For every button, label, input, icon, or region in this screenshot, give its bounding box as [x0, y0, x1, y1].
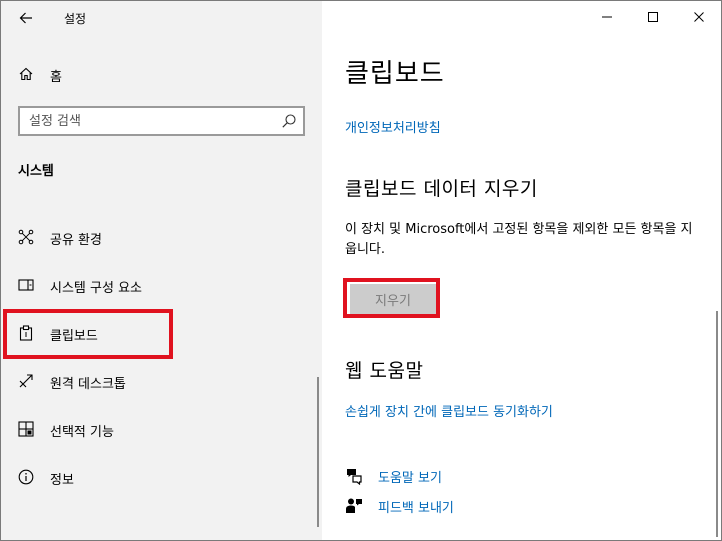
share-icon — [18, 229, 34, 245]
maximize-button[interactable] — [630, 1, 676, 33]
search-input[interactable] — [29, 112, 269, 130]
clear-section-title: 클립보드 데이터 지우기 — [345, 178, 538, 200]
remote-desktop-icon — [19, 374, 33, 388]
maximize-icon — [648, 12, 658, 22]
sidebar-item-label: 선택적 기능 — [50, 425, 114, 440]
sidebar-item-clipboard[interactable]: 클립보드 — [1, 316, 322, 350]
sidebar-section-header: 시스템 — [18, 164, 54, 179]
sidebar-item-home[interactable]: 홈 — [1, 57, 322, 91]
sidebar-item-label: 시스템 구성 요소 — [50, 281, 142, 296]
sidebar-item-label: 클립보드 — [50, 329, 98, 344]
feedback-link[interactable]: 피드백 보내기 — [378, 497, 454, 516]
app-title: 설정 — [64, 12, 87, 26]
privacy-link[interactable]: 개인정보처리방침 — [345, 117, 441, 136]
sidebar-item-label: 원격 데스크톱 — [50, 377, 126, 392]
get-help-row[interactable]: 도움말 보기 — [345, 465, 545, 487]
help-icon — [347, 469, 362, 485]
feedback-icon — [346, 498, 362, 513]
main-content: 클립보드 개인정보처리방침 클립보드 데이터 지우기 이 장치 및 Micros… — [322, 1, 721, 540]
sidebar-item-label: 정보 — [50, 473, 74, 488]
page-title: 클립보드 — [345, 59, 445, 89]
sidebar: 설정 홈 시스템 공유 환경 — [1, 1, 322, 540]
home-icon — [19, 67, 33, 81]
search-icon[interactable] — [281, 113, 297, 129]
sidebar-item-label: 공유 환경 — [50, 233, 102, 248]
web-help-title: 웹 도움말 — [345, 360, 424, 382]
close-button[interactable] — [676, 1, 721, 33]
info-icon — [18, 469, 34, 485]
get-help-link[interactable]: 도움말 보기 — [378, 467, 442, 486]
clipboard-icon — [19, 325, 33, 341]
sidebar-item-optional-features[interactable]: 선택적 기능 — [1, 412, 322, 446]
optional-features-icon — [18, 421, 34, 437]
search-box[interactable] — [18, 106, 305, 136]
close-icon — [694, 12, 704, 22]
minimize-button[interactable] — [584, 1, 630, 33]
sidebar-item-system-components[interactable]: 시스템 구성 요소 — [1, 268, 322, 302]
feedback-row[interactable]: 피드백 보내기 — [345, 495, 545, 517]
sidebar-scrollbar[interactable] — [317, 377, 319, 527]
sidebar-item-remote-desktop[interactable]: 원격 데스크톱 — [1, 364, 322, 398]
sidebar-item-label: 홈 — [50, 70, 62, 85]
settings-window: 설정 홈 시스템 공유 환경 — [0, 0, 722, 541]
sidebar-item-shared-experiences[interactable]: 공유 환경 — [1, 220, 322, 254]
system-components-icon — [18, 279, 34, 291]
clear-button[interactable]: 지우기 — [350, 284, 436, 314]
title-bar-left: 설정 — [1, 1, 322, 35]
back-button[interactable] — [9, 3, 43, 33]
clear-description: 이 장치 및 Microsoft에서 고정된 항목을 제외한 모든 항목을 지웁… — [345, 222, 693, 257]
clipboard-sync-link[interactable]: 손쉽게 장치 간에 클립보드 동기화하기 — [345, 401, 553, 420]
minimize-icon — [602, 16, 612, 18]
sidebar-item-about[interactable]: 정보 — [1, 460, 322, 494]
main-scrollbar[interactable] — [716, 311, 718, 537]
back-arrow-icon — [19, 12, 32, 24]
